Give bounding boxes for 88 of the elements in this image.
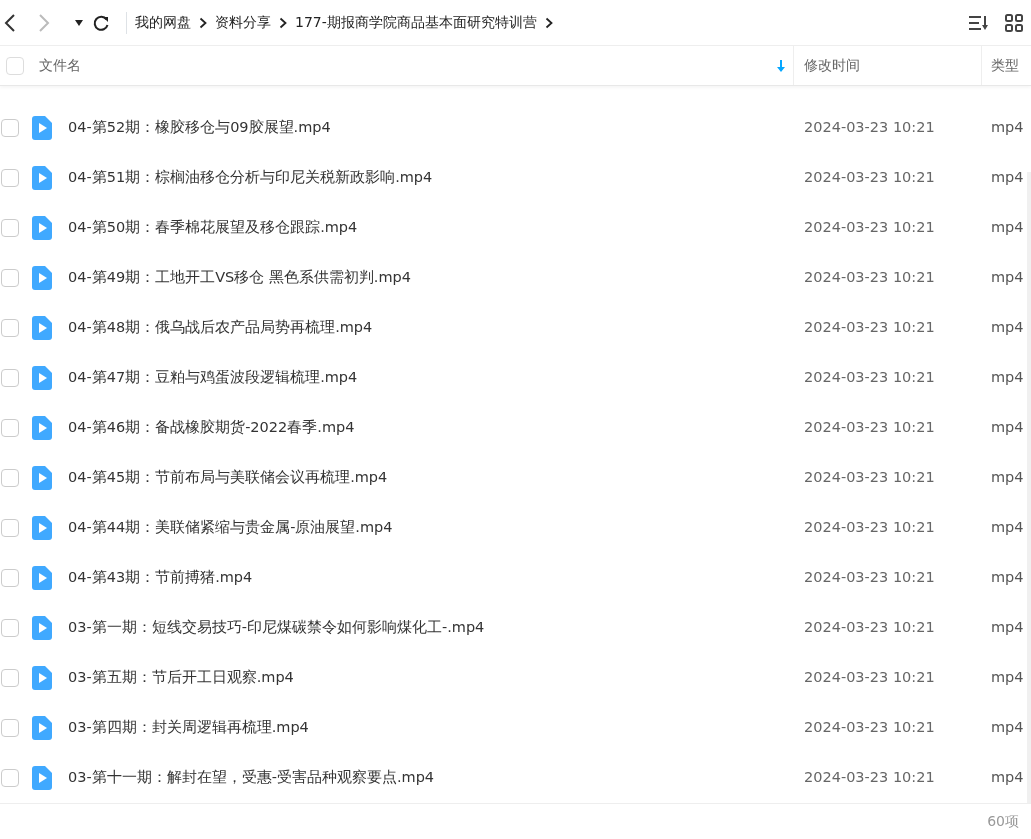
back-icon[interactable] xyxy=(4,12,16,33)
video-file-icon xyxy=(32,566,52,590)
row-checkbox[interactable] xyxy=(1,119,19,137)
breadcrumb-link[interactable]: 177-期报商学院商品基本面研究特训营 xyxy=(295,12,537,33)
file-type: mp4 xyxy=(991,168,1024,188)
row-checkbox[interactable] xyxy=(1,669,19,687)
grid-view-icon[interactable] xyxy=(1005,13,1023,32)
modified-date: 2024-03-23 10:21 xyxy=(804,618,935,638)
video-file-icon xyxy=(32,316,52,340)
modified-date: 2024-03-23 10:21 xyxy=(804,218,935,238)
file-name[interactable]: 03-第四期：封关周逻辑再梳理.mp4 xyxy=(68,717,309,739)
row-checkbox[interactable] xyxy=(1,519,19,537)
sort-arrow-icon xyxy=(777,59,785,72)
refresh-icon[interactable] xyxy=(92,13,110,32)
row-checkbox[interactable] xyxy=(1,719,19,737)
modified-date: 2024-03-23 10:21 xyxy=(804,318,935,338)
chevron-right-icon xyxy=(544,16,553,29)
file-type: mp4 xyxy=(991,368,1024,388)
row-checkbox[interactable] xyxy=(1,569,19,587)
file-name[interactable]: 04-第51期：棕榈油移仓分析与印尼关税新政影响.mp4 xyxy=(68,167,433,189)
modified-date: 2024-03-23 10:21 xyxy=(804,268,935,288)
video-file-icon xyxy=(32,716,52,740)
breadcrumb-link[interactable]: 我的网盘 xyxy=(135,12,191,33)
file-type: mp4 xyxy=(991,768,1024,788)
video-file-icon xyxy=(32,166,52,190)
row-checkbox[interactable] xyxy=(1,369,19,387)
file-name[interactable]: 03-第五期：节后开工日观察.mp4 xyxy=(68,667,294,689)
video-file-icon xyxy=(32,766,52,790)
sort-icon[interactable] xyxy=(969,14,989,31)
row-checkbox[interactable] xyxy=(1,769,19,787)
column-header[interactable]: 文件名 xyxy=(32,46,794,85)
file-name[interactable]: 04-第43期：节前搏猪.mp4 xyxy=(68,567,253,589)
file-name[interactable]: 04-第49期：工地开工VS移仓 黑色系供需初判.mp4 xyxy=(68,267,412,289)
modified-date: 2024-03-23 10:21 xyxy=(804,368,935,388)
video-file-icon xyxy=(32,466,52,490)
modified-date: 2024-03-23 10:21 xyxy=(804,418,935,438)
modified-date: 2024-03-23 10:21 xyxy=(804,118,935,138)
select-all-checkbox[interactable] xyxy=(6,56,24,75)
file-name[interactable]: 04-第48期：俄乌战后农产品局势再梳理.mp4 xyxy=(68,317,373,339)
file-type: mp4 xyxy=(991,718,1024,738)
file-type: mp4 xyxy=(991,418,1024,438)
row-checkbox[interactable] xyxy=(1,269,19,287)
row-checkbox[interactable] xyxy=(1,169,19,187)
row-checkbox[interactable] xyxy=(1,419,19,437)
video-file-icon xyxy=(32,516,52,540)
dropdown-caret-icon[interactable] xyxy=(74,18,84,27)
column-header[interactable]: 修改时间 xyxy=(794,46,982,85)
video-file-icon xyxy=(32,666,52,690)
file-name[interactable]: 04-第44期：美联储紧缩与贵金属-原油展望.mp4 xyxy=(68,517,393,539)
file-type: mp4 xyxy=(991,568,1024,588)
file-name[interactable]: 04-第45期：节前布局与美联储会议再梳理.mp4 xyxy=(68,467,388,489)
breadcrumb-link[interactable]: 资料分享 xyxy=(215,12,271,33)
row-checkbox[interactable] xyxy=(1,619,19,637)
chevron-right-icon xyxy=(279,16,287,29)
file-type: mp4 xyxy=(991,618,1024,638)
file-type: mp4 xyxy=(991,118,1024,138)
chevron-right-icon xyxy=(199,16,207,29)
video-file-icon xyxy=(32,366,52,390)
file-type: mp4 xyxy=(991,468,1024,488)
column-header[interactable]: 类型 xyxy=(982,46,1031,85)
row-checkbox[interactable] xyxy=(1,219,19,237)
video-file-icon xyxy=(32,266,52,290)
video-file-icon xyxy=(32,616,52,640)
file-name[interactable]: 04-第46期：备战橡胶期货-2022春季.mp4 xyxy=(68,417,355,439)
row-checkbox[interactable] xyxy=(1,319,19,337)
file-name[interactable]: 04-第50期：春季棉花展望及移仓跟踪.mp4 xyxy=(68,217,358,239)
file-type: mp4 xyxy=(991,218,1024,238)
modified-date: 2024-03-23 10:21 xyxy=(804,568,935,588)
video-file-icon xyxy=(32,216,52,240)
video-file-icon xyxy=(32,116,52,140)
modified-date: 2024-03-23 10:21 xyxy=(804,718,935,738)
file-type: mp4 xyxy=(991,518,1024,538)
file-type: mp4 xyxy=(991,318,1024,338)
item-count: 60项 xyxy=(987,812,1019,831)
file-name[interactable]: 03-第十一期：解封在望，受惠-受害品种观察要点.mp4 xyxy=(68,767,435,789)
video-file-icon xyxy=(32,416,52,440)
file-name[interactable]: 03-第一期：短线交易技巧-印尼煤碳禁令如何影响煤化工-.mp4 xyxy=(68,617,485,639)
modified-date: 2024-03-23 10:21 xyxy=(804,168,935,188)
forward-icon[interactable] xyxy=(38,12,50,33)
modified-date: 2024-03-23 10:21 xyxy=(804,668,935,688)
modified-date: 2024-03-23 10:21 xyxy=(804,468,935,488)
file-name[interactable]: 04-第52期：橡胶移仓与09胶展望.mp4 xyxy=(68,117,331,139)
modified-date: 2024-03-23 10:21 xyxy=(804,518,935,538)
file-name[interactable]: 04-第47期：豆粕与鸡蛋波段逻辑梳理.mp4 xyxy=(68,367,358,389)
file-type: mp4 xyxy=(991,668,1024,688)
file-type: mp4 xyxy=(991,268,1024,288)
modified-date: 2024-03-23 10:21 xyxy=(804,768,935,788)
row-checkbox[interactable] xyxy=(1,469,19,487)
